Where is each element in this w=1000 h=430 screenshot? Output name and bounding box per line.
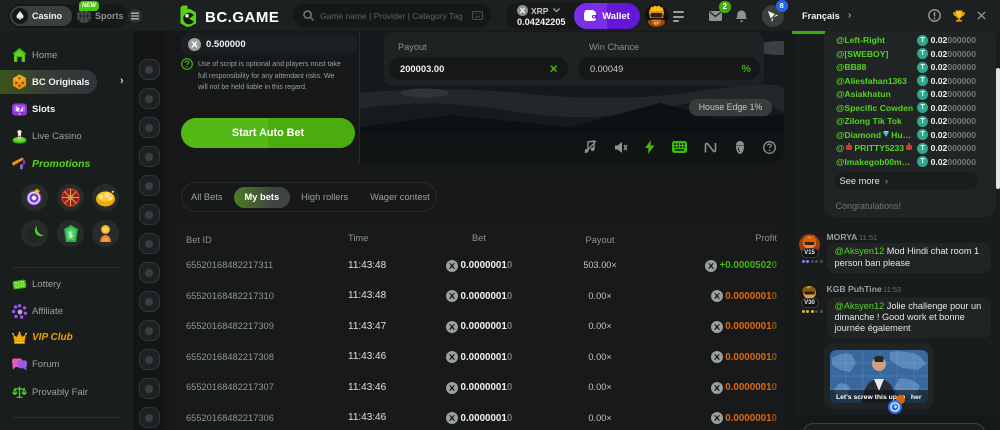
svg-text:ST: ST <box>654 21 660 26</box>
svg-text:$: $ <box>68 230 73 239</box>
svg-text:Let's screw this up to her: Let's screw this up to her <box>836 394 922 401</box>
